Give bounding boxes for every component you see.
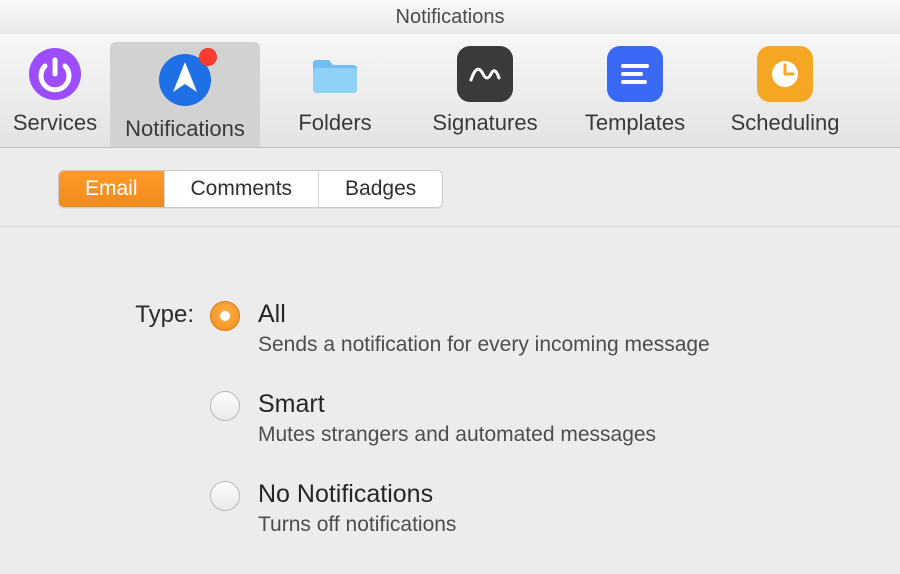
radio-none[interactable] (210, 481, 240, 511)
subtab-segmented-control: Email Comments Badges (58, 170, 443, 208)
toolbar-label-templates: Templates (585, 110, 685, 136)
option-smart-desc: Mutes strangers and automated messages (258, 423, 656, 447)
option-all-title: All (258, 299, 710, 329)
folder-icon (307, 46, 363, 102)
type-heading: Type: (0, 299, 200, 329)
toolbar-label-notifications: Notifications (125, 116, 245, 142)
subtab-badges[interactable]: Badges (319, 171, 442, 207)
radio-all[interactable] (210, 301, 240, 331)
toolbar-label-signatures: Signatures (432, 110, 537, 136)
preferences-toolbar: Services Notifications Folders (0, 34, 900, 148)
clock-icon (757, 46, 813, 102)
toolbar-label-scheduling: Scheduling (731, 110, 840, 136)
signature-icon (457, 46, 513, 102)
subtab-comments[interactable]: Comments (165, 171, 320, 207)
window-titlebar: Notifications (0, 0, 900, 34)
window-title: Notifications (396, 6, 505, 29)
toolbar-item-services[interactable]: Services (0, 34, 110, 147)
toolbar-item-folders[interactable]: Folders (260, 34, 410, 147)
option-smart-title: Smart (258, 389, 656, 419)
toolbar-label-folders: Folders (298, 110, 371, 136)
radio-smart[interactable] (210, 391, 240, 421)
notification-badge-icon (199, 48, 217, 66)
toolbar-item-signatures[interactable]: Signatures (410, 34, 560, 147)
subtab-row: Email Comments Badges (0, 148, 900, 227)
option-all-desc: Sends a notification for every incoming … (258, 333, 710, 357)
notification-type-section: Type: All Sends a notification for every… (0, 227, 900, 537)
template-icon (607, 46, 663, 102)
subtab-email[interactable]: Email (59, 171, 165, 207)
toolbar-item-scheduling[interactable]: Scheduling (710, 34, 860, 147)
toolbar-item-notifications[interactable]: Notifications (110, 42, 260, 147)
option-none-title: No Notifications (258, 479, 456, 509)
toolbar-label-services: Services (13, 110, 97, 136)
send-icon (157, 52, 213, 108)
power-icon (27, 46, 83, 102)
option-none-desc: Turns off notifications (258, 513, 456, 537)
toolbar-item-templates[interactable]: Templates (560, 34, 710, 147)
